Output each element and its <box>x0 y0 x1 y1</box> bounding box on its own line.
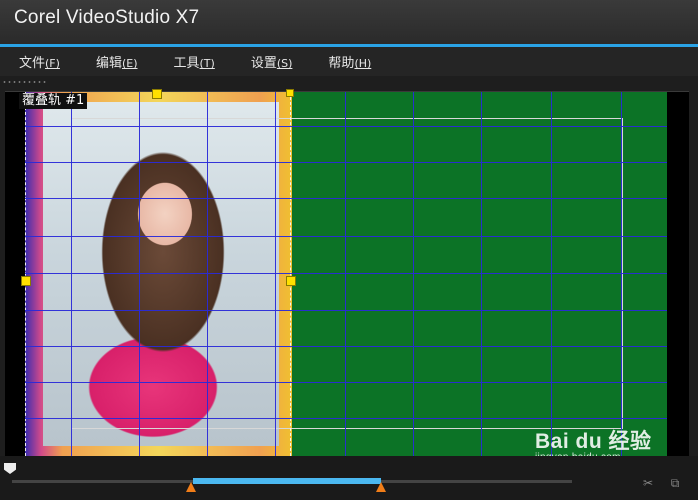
preview-canvas[interactable] <box>21 89 667 456</box>
playhead-handle[interactable] <box>4 463 16 474</box>
track-label: 覆叠轨 #1 <box>19 93 88 109</box>
resize-handle-top-right[interactable] <box>286 89 294 97</box>
panel-grip-handle[interactable] <box>2 80 46 84</box>
selection-edge-right <box>290 92 291 456</box>
scrubber-bar[interactable]: ✂ ⧉ <box>0 456 698 500</box>
enlarge-preview-icon[interactable]: ⧉ <box>668 476 682 490</box>
title-bar: Corel VideoStudio X7 <box>0 0 698 44</box>
grid-line <box>25 418 667 419</box>
grid-line <box>275 92 276 456</box>
grid-line <box>25 273 667 274</box>
grid-line <box>551 92 552 456</box>
menu-edit[interactable]: 编辑(E) <box>96 52 138 71</box>
grid-line <box>25 126 667 127</box>
scissors-icon[interactable]: ✂ <box>641 476 655 490</box>
grid-line <box>207 92 208 456</box>
resize-handle-left[interactable] <box>21 276 31 286</box>
grid-line <box>25 346 667 347</box>
grid-line <box>139 92 140 456</box>
menu-settings[interactable]: 设置(S) <box>251 52 293 71</box>
grid-line <box>621 92 622 456</box>
grid-line <box>413 92 414 456</box>
menu-bar: 文件(F) 编辑(E) 工具(T) 设置(S) 帮助(H) <box>0 47 698 76</box>
grid-line <box>481 92 482 456</box>
grid-line <box>25 198 667 199</box>
grid-line <box>25 310 667 311</box>
grid-line <box>25 236 667 237</box>
grid-line <box>25 162 667 163</box>
resize-handle-top[interactable] <box>152 89 162 99</box>
grid-line <box>71 92 72 456</box>
menu-file[interactable]: 文件(F) <box>19 52 60 71</box>
grid-line <box>345 92 346 456</box>
menu-help[interactable]: 帮助(H) <box>328 52 371 71</box>
trim-range[interactable] <box>193 478 381 484</box>
watermark-logo: Bai du 经验 <box>535 430 652 453</box>
selection-edge-left <box>25 92 26 456</box>
menu-tools[interactable]: 工具(T) <box>174 52 215 71</box>
app-title: Corel VideoStudio X7 <box>14 7 200 28</box>
grid-line <box>25 382 667 383</box>
resize-handle-right[interactable] <box>286 276 296 286</box>
preview-window[interactable]: 覆叠轨 #1 <box>5 89 689 456</box>
